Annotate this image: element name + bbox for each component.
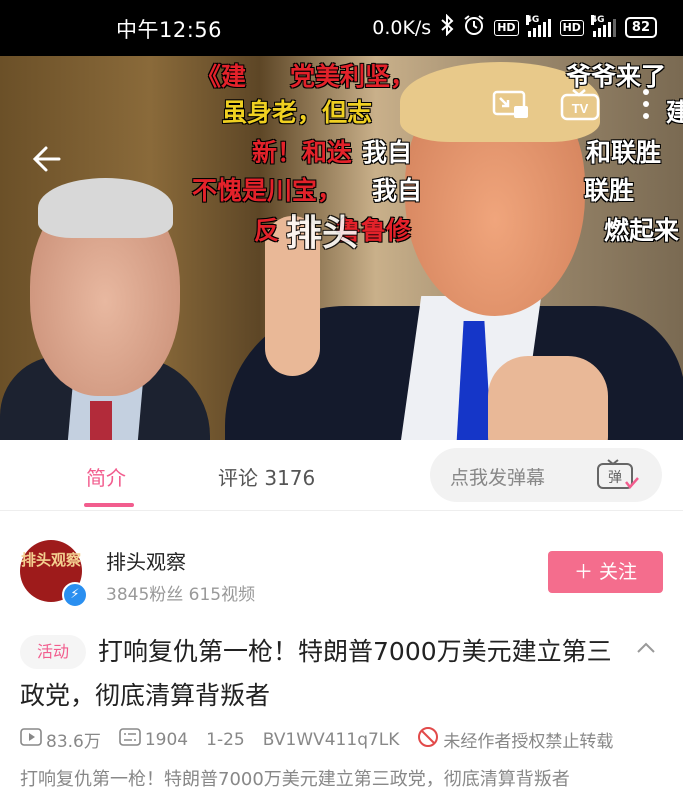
uploader-stats: 3845粉丝 615视频 bbox=[106, 585, 256, 605]
expand-button[interactable] bbox=[636, 638, 656, 658]
tv-button[interactable]: TV bbox=[560, 88, 600, 126]
danmaku: 联胜 bbox=[584, 176, 635, 205]
video-description: 打响复仇第一枪！特朗普7000万美元建立第三政党，彻底清算背叛者 bbox=[20, 769, 570, 790]
danmaku: 新！和迭 bbox=[252, 138, 353, 167]
danmaku: 反 bbox=[254, 216, 280, 245]
danmaku: 我自 bbox=[372, 176, 423, 205]
signal-icon-2: 4G bbox=[590, 14, 616, 37]
video-meta: 83.6万 1904 1-25 BV1WV411q7LK 未经作者授权禁止转载 bbox=[20, 726, 670, 753]
danmaku-icon-label: 弹 bbox=[608, 470, 622, 486]
danmaku-input-placeholder: 点我发弹幕 bbox=[450, 467, 546, 489]
copyright-notice: 未经作者授权禁止转载 bbox=[443, 732, 614, 752]
danmaku: 党美利坚， bbox=[290, 62, 416, 91]
danmaku-icon: 弹 bbox=[597, 459, 639, 489]
video-title: 打响复仇第一枪！特朗普7000万美元建立第三政党，彻底清算背叛者 bbox=[20, 637, 612, 710]
network-type: 4G bbox=[525, 14, 540, 25]
cast-button[interactable] bbox=[492, 90, 530, 124]
status-time: 中午12:56 bbox=[116, 18, 223, 42]
follow-button[interactable]: ＋ 关注 bbox=[548, 551, 663, 593]
status-icons: 0.0K/s HD 4G HD 4G 82 bbox=[372, 13, 657, 41]
uploader-name[interactable]: 排头观察 bbox=[106, 546, 186, 575]
person-left-hair bbox=[38, 178, 173, 238]
play-count-icon bbox=[20, 728, 42, 751]
watermark: 排头 bbox=[286, 213, 359, 254]
play-count: 83.6万 bbox=[46, 732, 101, 752]
net-speed: 0.0K/s bbox=[372, 16, 432, 39]
video-player[interactable]: 《建 党美利坚， 爷爷来了 虽身老，但志 新！和迭 我自 和联胜 不愧是川宝， … bbox=[0, 56, 683, 440]
hd-icon-2: HD bbox=[559, 19, 584, 36]
person-right-hand-open bbox=[488, 356, 608, 440]
divider bbox=[0, 510, 683, 511]
hd-icon: HD bbox=[494, 19, 519, 36]
danmaku: 不愧是川宝， bbox=[192, 176, 343, 205]
danmaku: 我自 bbox=[362, 138, 413, 167]
danmaku: 燃起来 bbox=[604, 216, 680, 245]
tv-label: TV bbox=[572, 101, 589, 116]
tab-comments[interactable]: 评论 3176 bbox=[218, 462, 315, 491]
more-vertical-icon bbox=[643, 89, 649, 119]
tv-icon: TV bbox=[560, 89, 600, 121]
back-button[interactable] bbox=[32, 144, 62, 174]
tab-underline bbox=[84, 503, 134, 507]
danmaku: 虽身老，但志 bbox=[222, 98, 373, 127]
signal-icon: 4G bbox=[525, 14, 551, 37]
network-type-2: 4G bbox=[590, 14, 605, 25]
arrow-left-icon bbox=[32, 146, 61, 172]
danmaku-count: 1904 bbox=[144, 729, 189, 750]
publish-date: 1-25 bbox=[206, 729, 245, 750]
danmaku: 和联胜 bbox=[586, 138, 662, 167]
danmaku: 建 bbox=[666, 98, 683, 127]
status-bar: 中午12:56 0.0K/s HD 4G HD 4G 82 bbox=[0, 0, 683, 56]
person-left-tie bbox=[90, 401, 112, 440]
screen-cast-icon bbox=[492, 90, 528, 118]
chevron-up-icon bbox=[637, 642, 655, 653]
danmaku-count-icon bbox=[119, 728, 141, 751]
battery-icon: 82 bbox=[624, 17, 657, 38]
verified-badge-icon: ⚡ bbox=[62, 582, 88, 608]
danmaku-toggle-button[interactable]: 弹 bbox=[596, 458, 640, 492]
bluetooth-icon bbox=[440, 13, 454, 41]
alarm-icon bbox=[463, 14, 485, 41]
no-repost-icon bbox=[417, 726, 439, 753]
danmaku: 《建 bbox=[196, 62, 247, 91]
tab-intro[interactable]: 简介 bbox=[86, 462, 126, 491]
more-button[interactable] bbox=[640, 86, 652, 126]
bvid: BV1WV411q7LK bbox=[262, 729, 400, 750]
